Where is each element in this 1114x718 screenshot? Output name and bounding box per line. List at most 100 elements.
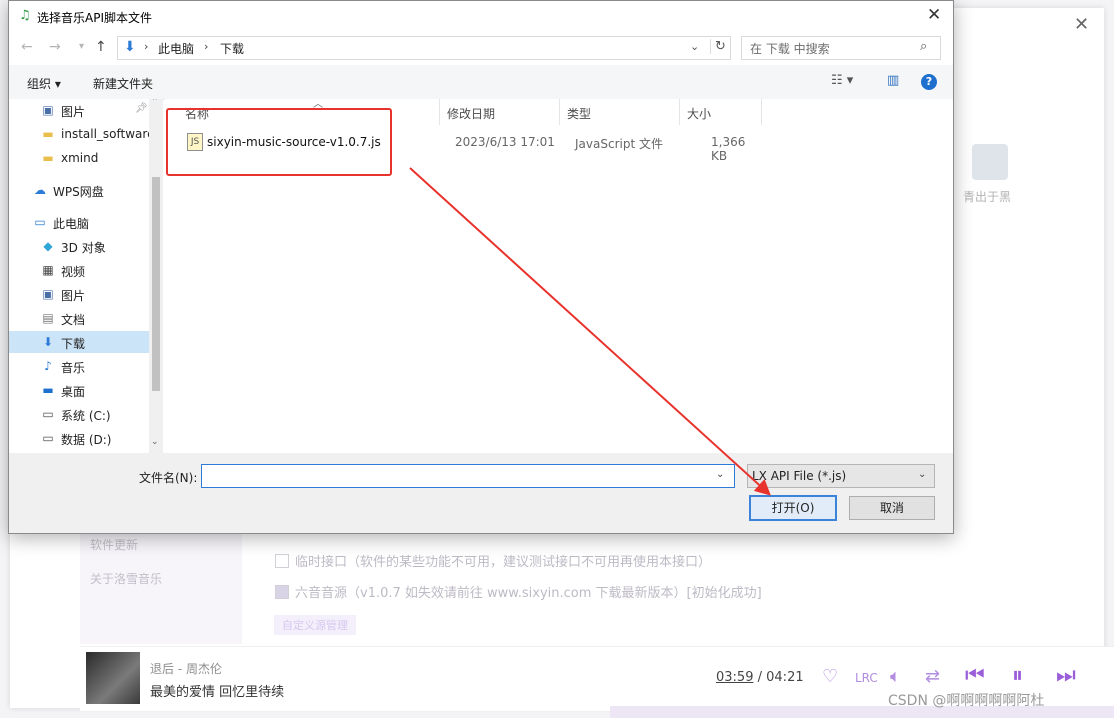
picture-icon: ▣ — [42, 287, 54, 301]
previous-icon[interactable]: ⏮︎ — [965, 663, 985, 688]
column-date[interactable]: 修改日期 — [447, 105, 495, 127]
chevron-down-icon[interactable]: ⌄ — [918, 469, 926, 480]
breadcrumb-downloads[interactable]: 下载 — [220, 40, 244, 57]
help-icon[interactable]: ? — [921, 74, 937, 90]
pause-icon[interactable]: ⏸︎ — [1012, 663, 1023, 688]
chevron-right-icon[interactable]: › — [144, 40, 148, 53]
navigation-pane: ▣ 图片 📌︎ ▬ install_software ▬ xmind ☁ WPS网盘 ▭ 此电脑 ◆ 3… — [9, 99, 163, 453]
nav-item[interactable]: ▬ xmind — [9, 147, 149, 169]
breadcrumb-this-pc[interactable]: 此电脑 — [158, 40, 194, 57]
document-icon: ▤ — [42, 311, 54, 325]
checkbox-checked[interactable] — [275, 584, 289, 599]
back-arrow-icon[interactable]: ← — [21, 39, 33, 55]
nav-about[interactable]: 关于洛雪音乐 — [90, 570, 162, 587]
volume-icon[interactable]: 🔈︎ — [890, 666, 901, 687]
up-arrow-icon[interactable]: ↑ — [95, 39, 107, 55]
search-input[interactable]: 在 下载 中搜索 ⌕ — [741, 36, 941, 60]
search-icon[interactable]: ⌕ — [920, 39, 927, 54]
dialog-title: 选择音乐API脚本文件 — [37, 11, 152, 25]
nav-item[interactable]: ▣ 图片 — [9, 283, 149, 305]
address-bar[interactable]: ⬇ › 此电脑 › 下载 ⌄ ↻ — [117, 36, 731, 60]
nav-scrollbar[interactable]: ⌃ ⌄ — [149, 99, 163, 453]
nav-item[interactable]: ♪ 音乐 — [9, 355, 149, 377]
time-separator: / — [757, 670, 762, 685]
new-folder-button[interactable]: 新建文件夹 — [93, 75, 153, 92]
preview-pane-icon[interactable]: ▥ — [887, 73, 899, 88]
forward-arrow-icon[interactable]: → — [49, 39, 61, 55]
song-label: 青出于黑 — [963, 190, 1012, 204]
comment-icon[interactable]: ♡ — [822, 666, 838, 687]
cube-icon: ◆ — [43, 239, 53, 253]
drive-icon: ▭ — [42, 407, 54, 421]
custom-source-button[interactable]: 自定义源管理 — [274, 615, 356, 635]
nav-item-label: 3D 对象 — [61, 241, 106, 255]
address-row: ← → ▾ ↑ ⬇ › 此电脑 › 下载 ⌄ ↻ 在 下载 中搜索 ⌕ — [9, 35, 953, 63]
filename-input[interactable]: ⌄ — [201, 464, 735, 488]
download-icon: ⬇ — [42, 335, 54, 349]
organize-menu-button[interactable]: 组织 ▾ — [27, 75, 61, 92]
filename-label: 文件名(N): — [139, 471, 198, 485]
column-divider[interactable] — [559, 99, 560, 125]
folder-icon: ▬ — [42, 127, 54, 141]
chevron-right-icon[interactable]: › — [204, 40, 208, 53]
chevron-down-icon[interactable]: ⌄ — [690, 40, 699, 53]
filetype-select[interactable]: LX API File (*.js) ⌄ — [747, 464, 935, 488]
refresh-icon[interactable]: ↻ — [710, 39, 726, 54]
album-cover[interactable] — [86, 652, 140, 704]
scroll-down-icon[interactable]: ⌄ — [151, 437, 159, 447]
history-dropdown-icon[interactable]: ▾ — [79, 41, 84, 52]
option-label: 六音音源（v1.0.7 如失效请前往 www.sixyin.com 下载最新版本… — [295, 586, 762, 601]
music-app-icon: ♫ — [19, 8, 31, 23]
nav-item[interactable]: ▬ install_software — [9, 123, 154, 145]
nav-software-update[interactable]: 软件更新 — [90, 536, 138, 553]
file-size: 1,366 KB — [711, 135, 746, 163]
nav-item-label: 桌面 — [61, 385, 86, 399]
time-current: 03:59 — [716, 670, 754, 685]
nav-item-label: xmind — [61, 151, 99, 165]
column-size[interactable]: 大小 — [687, 105, 711, 127]
play-time: 03:59 / 04:21 — [716, 670, 804, 685]
view-options-icon[interactable]: ☷ ▾ — [831, 73, 853, 88]
nav-item[interactable]: ▭ 此电脑 — [9, 211, 149, 233]
nav-item[interactable]: ☁ WPS网盘 — [9, 179, 149, 201]
column-divider[interactable] — [761, 99, 762, 125]
column-type[interactable]: 类型 — [567, 105, 591, 127]
computer-icon: ▭ — [34, 215, 46, 229]
dialog-close-button[interactable]: ✕ — [927, 5, 941, 25]
nav-item-label: 此电脑 — [53, 217, 90, 231]
option-label: 临时接口（软件的某些功能不可用，建议测试接口不可用再使用本接口） — [295, 555, 712, 570]
open-button[interactable]: 打开(O) — [749, 495, 837, 521]
column-divider[interactable] — [679, 99, 680, 125]
nav-item[interactable]: ▭ 数据 (D:) — [9, 427, 149, 449]
nav-item[interactable]: ▬ 桌面 — [9, 379, 149, 401]
dialog-titlebar[interactable]: ♫ 选择音乐API脚本文件 ✕ — [9, 1, 953, 33]
chevron-down-icon[interactable]: ⌄ — [716, 469, 724, 480]
scroll-up-icon[interactable]: ⌃ — [151, 99, 159, 107]
scroll-thumb[interactable] — [152, 177, 160, 391]
file-type: JavaScript 文件 — [575, 137, 663, 151]
app-close-icon[interactable]: ✕ — [1074, 14, 1089, 35]
option-sixyin-source[interactable]: 六音音源（v1.0.7 如失效请前往 www.sixyin.com 下载最新版本… — [275, 582, 762, 601]
column-divider[interactable] — [439, 99, 440, 125]
drive-icon: ▭ — [42, 431, 54, 445]
nav-item[interactable]: ⬇ 下载 — [9, 331, 149, 353]
song-thumbnail[interactable] — [972, 144, 1008, 180]
nav-item[interactable]: ◆ 3D 对象 — [9, 235, 149, 257]
pin-icon[interactable]: 📌︎ — [135, 103, 148, 114]
lrc-button[interactable]: LRC — [855, 671, 878, 685]
open-file-dialog: ♫ 选择音乐API脚本文件 ✕ ← → ▾ ↑ ⬇ › 此电脑 › 下载 ⌄ ↻… — [8, 0, 954, 534]
nav-item[interactable]: ▤ 文档 — [9, 307, 149, 329]
nav-item[interactable]: ▦ 视频 — [9, 259, 149, 281]
nav-item-label: WPS网盘 — [53, 185, 104, 199]
nav-item-label: 文档 — [61, 313, 86, 327]
time-total: 04:21 — [766, 670, 804, 685]
nav-item[interactable]: ▭ 系统 (C:) — [9, 403, 149, 425]
next-icon[interactable]: ⏭︎ — [1056, 663, 1076, 688]
checkbox[interactable] — [275, 553, 289, 568]
option-temp-api[interactable]: 临时接口（软件的某些功能不可用，建议测试接口不可用再使用本接口） — [275, 551, 711, 570]
nav-item-label: 下载 — [61, 337, 86, 351]
repeat-icon[interactable]: ⇄ — [925, 666, 940, 687]
nav-item[interactable]: ▣ 图片 📌︎ — [9, 99, 149, 121]
cancel-button[interactable]: 取消 — [849, 496, 935, 520]
cloud-icon: ☁ — [34, 183, 46, 197]
